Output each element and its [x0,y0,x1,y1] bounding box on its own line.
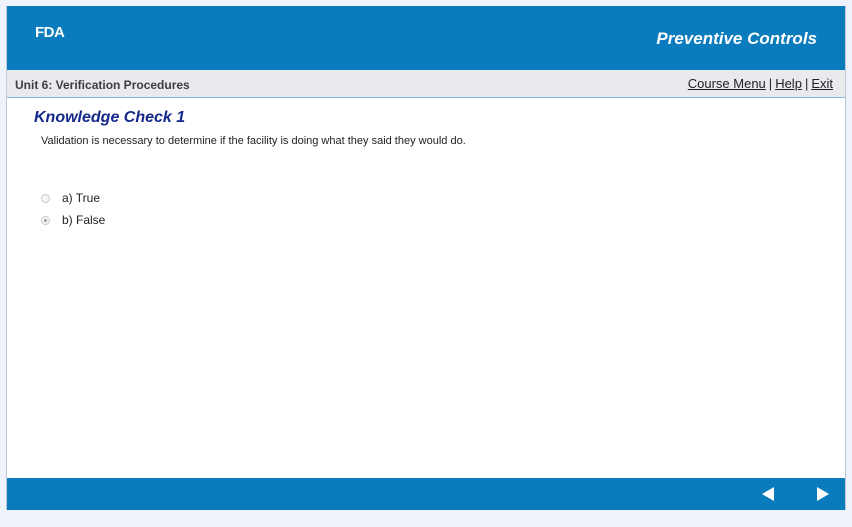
next-arrow-icon[interactable] [817,487,829,501]
course-menu-link[interactable]: Course Menu [688,76,766,91]
radio-button-icon[interactable] [41,215,50,225]
option-label: a) True [62,191,101,205]
separator: | [804,76,809,91]
radio-button-icon[interactable] [41,193,50,203]
separator: | [768,76,773,91]
unit-title: Unit 6: Verification Procedures [15,78,190,92]
option-label: b) False [62,213,106,227]
previous-arrow-icon[interactable] [762,487,774,501]
footer-bar [7,478,845,510]
answer-option-false[interactable]: b) False [41,213,105,227]
help-link[interactable]: Help [775,76,802,91]
nav-links: Course Menu | Help | Exit [688,76,833,91]
question-text: Validation is necessary to determine if … [41,135,466,147]
exit-link[interactable]: Exit [811,76,833,91]
course-frame: FDA Preventive Controls Unit 6: Verifica… [6,6,846,510]
page-title: Knowledge Check 1 [34,109,186,126]
main-content: Knowledge Check 1 Validation is necessar… [7,98,845,476]
fda-logo: FDA [35,24,65,41]
answer-option-true[interactable]: a) True [41,191,100,205]
unit-bar: Unit 6: Verification Procedures Course M… [7,70,845,98]
app-title: Preventive Controls [656,29,817,48]
header-bar: FDA Preventive Controls [7,6,845,70]
